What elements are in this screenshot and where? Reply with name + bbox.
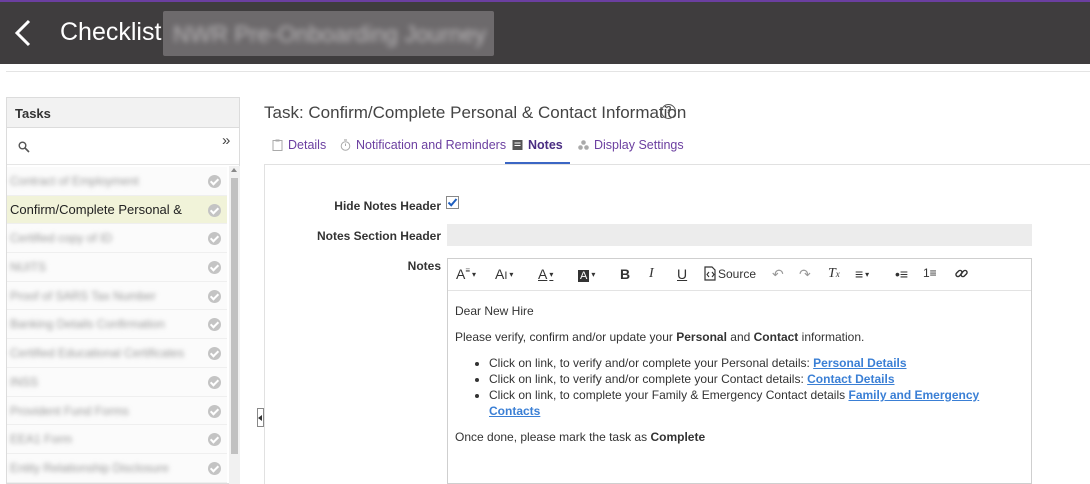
task-item-label: Confirm/Complete Personal & ...	[10, 201, 185, 217]
contact-details-link[interactable]: Contact Details	[807, 372, 894, 386]
rich-text-editor: A≡ ▾ AI ▾ A ▾ A ▾ B I U Source ↶ ↷ Tx ≡ ▾ •≡ …	[447, 258, 1032, 484]
task-item[interactable]: Certified copy of ID	[7, 224, 227, 254]
task-item[interactable]: Banking Details Confirmation	[7, 310, 227, 340]
font-color-dropdown[interactable]: A ▾	[538, 266, 553, 284]
task-item[interactable]: INSS	[7, 367, 227, 397]
closing-text: Once done, please mark the task as Compl…	[455, 430, 706, 444]
checklist-name-redacted: NWR Pre-Onboarding Journey	[163, 11, 494, 56]
task-item[interactable]: Entity Relationship Disclosure	[7, 453, 227, 483]
scroll-up-arrow-icon[interactable]	[231, 168, 237, 172]
tab-details[interactable]: Details	[272, 138, 326, 164]
check-circle-icon	[208, 289, 221, 303]
instructions-list: Click on link, to verify and/or complete…	[489, 355, 1024, 419]
task-item-label: Banking Details Confirmation	[10, 317, 165, 332]
task-item-label: Certified Educational Certificates	[10, 346, 185, 361]
tab-display-settings[interactable]: Display Settings	[578, 138, 684, 164]
align-dropdown[interactable]: ≡ ▾	[855, 266, 869, 284]
clipboard-icon	[272, 139, 283, 151]
task-item-label: NUITS	[10, 260, 46, 275]
task-item[interactable]: Certified Educational Certificates	[7, 339, 227, 368]
tasks-panel: Tasks » Contract of Employment Confirm/Co…	[6, 97, 240, 484]
task-search[interactable]: »	[7, 128, 239, 165]
redo-button[interactable]: ↷	[799, 266, 811, 284]
task-item-label: INSS	[10, 374, 39, 389]
underline-button[interactable]: U	[677, 266, 687, 284]
task-list: Contract of Employment Confirm/Complete P…	[7, 167, 227, 483]
list-item: Click on link, to verify and/or complete…	[489, 371, 1024, 387]
editor-toolbar: A≡ ▾ AI ▾ A ▾ A ▾ B I U Source ↶ ↷ Tx ≡ ▾ •≡ …	[448, 259, 1031, 291]
check-circle-icon	[208, 461, 221, 475]
scroll-thumb[interactable]	[231, 178, 238, 454]
task-item-label: Provident Fund Forms	[10, 403, 129, 418]
display-settings-icon	[578, 140, 589, 150]
italic-button[interactable]: I	[649, 266, 654, 284]
divider	[6, 71, 1090, 72]
task-item[interactable]: NUITS	[7, 253, 227, 282]
link-icon	[955, 269, 968, 278]
task-item[interactable]: Contract of Employment	[7, 167, 227, 196]
list-item: Click on link, to verify and/or complete…	[489, 355, 1024, 371]
task-item-label: Entity Relationship Disclosure	[10, 460, 169, 475]
hide-notes-header-checkbox[interactable]	[446, 196, 459, 209]
expand-panel-icon[interactable]: »	[222, 132, 230, 149]
numbered-list-button[interactable]: 1≡	[923, 266, 937, 284]
task-title: Task: Confirm/Complete Personal & Contac…	[264, 103, 687, 122]
task-list-scrollbar[interactable]	[229, 166, 240, 484]
check-circle-icon	[208, 175, 221, 188]
check-circle-icon	[208, 203, 221, 217]
check-circle-icon	[208, 318, 221, 332]
tasks-panel-title: Tasks	[7, 98, 239, 128]
help-icon[interactable]: ?	[661, 104, 676, 119]
tab-notes[interactable]: Notes	[505, 138, 570, 164]
task-item[interactable]: EEA1 Form	[7, 425, 227, 454]
check-circle-icon	[208, 404, 221, 418]
hide-notes-header-label: Hide Notes Header	[334, 199, 441, 213]
notes-section-header-input[interactable]	[447, 224, 1032, 246]
check-circle-icon	[208, 232, 221, 246]
notes-label: Notes	[407, 259, 441, 273]
task-item[interactable]: Proof of SARS Tax Number	[7, 281, 227, 311]
personal-details-link[interactable]: Personal Details	[813, 356, 906, 370]
undo-button[interactable]: ↶	[772, 266, 784, 284]
editor-content[interactable]: Dear New Hire Please verify, confirm and…	[448, 291, 1031, 467]
task-item-label: EEA1 Form	[10, 432, 73, 447]
check-circle-icon	[208, 347, 221, 361]
font-size-dropdown[interactable]: AI ▾	[495, 266, 513, 284]
bulleted-list-button[interactable]: •≡	[895, 266, 908, 284]
back-arrow-icon[interactable]	[12, 18, 34, 48]
task-item-label: Proof of SARS Tax Number	[10, 288, 156, 303]
collapse-panel-handle[interactable]	[257, 408, 264, 427]
source-button[interactable]: Source	[703, 266, 756, 284]
check-circle-icon	[208, 433, 221, 447]
greeting-text: Dear New Hire	[455, 304, 534, 318]
link-button[interactable]	[954, 266, 969, 284]
source-icon	[704, 266, 716, 281]
list-item: Click on link, to complete your Family &…	[489, 387, 1024, 419]
task-item[interactable]: Confirm/Complete Personal & ...	[7, 195, 227, 225]
intro-text: Please verify, confirm and/or update you…	[455, 330, 865, 344]
clear-formatting-button[interactable]: Tx	[828, 266, 840, 284]
task-item-label: Certified copy of ID	[10, 231, 113, 246]
notes-icon	[512, 140, 523, 150]
check-circle-icon	[208, 375, 221, 389]
background-color-dropdown[interactable]: A ▾	[578, 266, 595, 284]
tab-notification-and-reminders[interactable]: Notification and Reminders	[340, 138, 506, 164]
notes-section-header-label: Notes Section Header	[316, 229, 441, 243]
check-circle-icon	[208, 261, 221, 275]
stopwatch-icon	[340, 139, 351, 151]
search-icon[interactable]	[18, 141, 30, 153]
page-title: Checklist:	[60, 18, 169, 46]
font-family-dropdown[interactable]: A≡ ▾	[456, 266, 476, 284]
task-item[interactable]: Provident Fund Forms	[7, 396, 227, 426]
bold-button[interactable]: B	[620, 266, 630, 284]
task-item-label: Contract of Employment	[10, 174, 139, 188]
app-header: Checklist: NWR Pre-Onboarding Journey	[0, 0, 1090, 64]
